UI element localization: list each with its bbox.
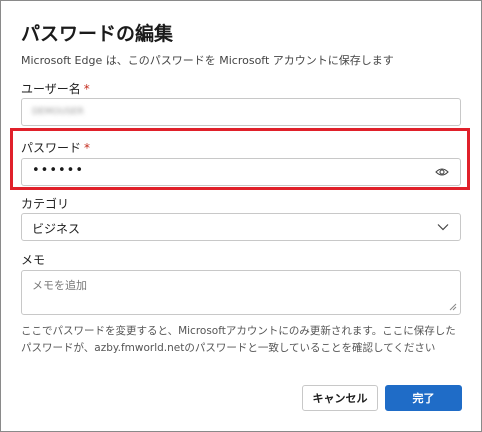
memo-textarea[interactable]: メモを追加 [21, 270, 461, 315]
username-value: DEMOUSER [32, 107, 84, 117]
username-field[interactable]: DEMOUSER [21, 98, 461, 126]
info-note: ここでパスワードを変更すると、Microsoftアカウントにのみ更新されます。こ… [21, 325, 456, 354]
username-label: ユーザー名 * [21, 80, 90, 97]
dialog-title: パスワードの編集 [21, 23, 174, 45]
resize-handle-icon[interactable] [449, 303, 457, 311]
cancel-button[interactable]: キャンセル [302, 385, 378, 411]
memo-label: メモ [21, 253, 46, 267]
dialog-subtitle: Microsoft Edge は、このパスワードを Microsoft アカウン… [21, 54, 394, 67]
chevron-down-icon [437, 224, 449, 231]
password-label: パスワード * [21, 139, 90, 156]
category-label: カテゴリ [21, 197, 70, 211]
category-select[interactable]: ビジネス [21, 213, 461, 241]
password-value: •••••• [32, 163, 85, 178]
memo-placeholder: メモを追加 [32, 279, 87, 292]
required-mark: * [84, 141, 91, 155]
edit-password-dialog: パスワードの編集 Microsoft Edge は、このパスワードを Micro… [0, 0, 482, 432]
done-button[interactable]: 完了 [385, 385, 462, 411]
username-label-text: ユーザー名 [21, 82, 81, 96]
password-label-text: パスワード [21, 141, 82, 155]
category-selected-value: ビジネス [32, 222, 81, 236]
password-field[interactable]: •••••• [21, 158, 461, 186]
eye-icon[interactable] [435, 167, 449, 177]
required-mark: * [83, 82, 90, 96]
